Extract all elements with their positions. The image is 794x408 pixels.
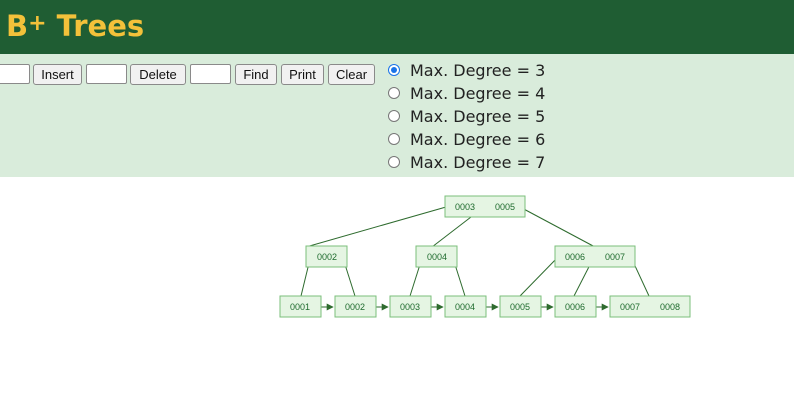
radio-button[interactable] <box>388 87 400 99</box>
find-input[interactable] <box>190 64 231 84</box>
page-title: B+ Trees <box>6 4 144 52</box>
degree-option-3[interactable]: Max. Degree = 3 <box>386 60 545 80</box>
tree-leaf-node: 0005 <box>499 295 542 318</box>
clear-button[interactable]: Clear <box>328 64 375 85</box>
node-key: 0002 <box>317 252 337 262</box>
tree-leaf-node: 0004 <box>444 295 487 318</box>
radio-button[interactable] <box>388 64 400 76</box>
tree-leaf-node: 0007 0008 <box>609 295 691 318</box>
insert-button[interactable]: Insert <box>33 64 82 85</box>
tree-leaf-node: 0001 <box>279 295 322 318</box>
app-header: B+ Trees <box>0 0 794 54</box>
tree-internal-node: 0006 0007 <box>554 245 636 268</box>
degree-option-label: Max. Degree = 7 <box>410 152 546 172</box>
node-key: 0004 <box>427 252 447 262</box>
radio-button[interactable] <box>388 133 400 145</box>
controls-panel: Insert Delete Find Print Clear Max. Degr… <box>0 54 794 177</box>
find-button[interactable]: Find <box>235 64 277 85</box>
tree-edge <box>305 206 447 248</box>
node-key: 0002 <box>345 302 365 312</box>
degree-option-label: Max. Degree = 3 <box>410 60 546 80</box>
node-key: 0003 <box>455 202 475 212</box>
title-main: B <box>6 9 29 43</box>
node-key: 0003 <box>400 302 420 312</box>
node-key: 0001 <box>290 302 310 312</box>
degree-option-label: Max. Degree = 5 <box>410 106 546 126</box>
degree-option-label: Max. Degree = 6 <box>410 129 546 149</box>
node-key: 0008 <box>660 302 680 312</box>
insert-input[interactable] <box>0 64 30 84</box>
tree-leaf-node: 0006 <box>554 295 597 318</box>
degree-option-6[interactable]: Max. Degree = 6 <box>386 129 545 149</box>
print-button[interactable]: Print <box>281 64 324 85</box>
tree-internal-node: 0002 <box>305 245 348 268</box>
node-key: 0006 <box>565 302 585 312</box>
node-key: 0006 <box>565 252 585 262</box>
node-key: 0004 <box>455 302 475 312</box>
degree-option-7[interactable]: Max. Degree = 7 <box>386 152 545 172</box>
tree-root-node: 0003 0005 <box>444 195 526 218</box>
tree-edge <box>519 206 596 248</box>
tree-edge <box>519 254 561 297</box>
degree-option-5[interactable]: Max. Degree = 5 <box>386 106 545 126</box>
bplus-tree-canvas: 0003 0005 0002 0004 0006 0007 0001 0002 … <box>279 195 691 318</box>
node-key: 0005 <box>510 302 530 312</box>
title-superscript: + <box>28 11 47 36</box>
tree-leaf-node: 0003 <box>389 295 432 318</box>
degree-option-label: Max. Degree = 4 <box>410 83 546 103</box>
radio-button[interactable] <box>388 156 400 168</box>
tree-leaf-node: 0002 <box>334 295 377 318</box>
degree-option-4[interactable]: Max. Degree = 4 <box>386 83 545 103</box>
title-rest: Trees <box>56 9 145 43</box>
radio-button[interactable] <box>388 110 400 122</box>
tree-internal-node: 0004 <box>415 245 458 268</box>
node-key: 0007 <box>605 252 625 262</box>
node-key: 0005 <box>495 202 515 212</box>
delete-input[interactable] <box>86 64 127 84</box>
node-key: 0007 <box>620 302 640 312</box>
delete-button[interactable]: Delete <box>130 64 186 85</box>
